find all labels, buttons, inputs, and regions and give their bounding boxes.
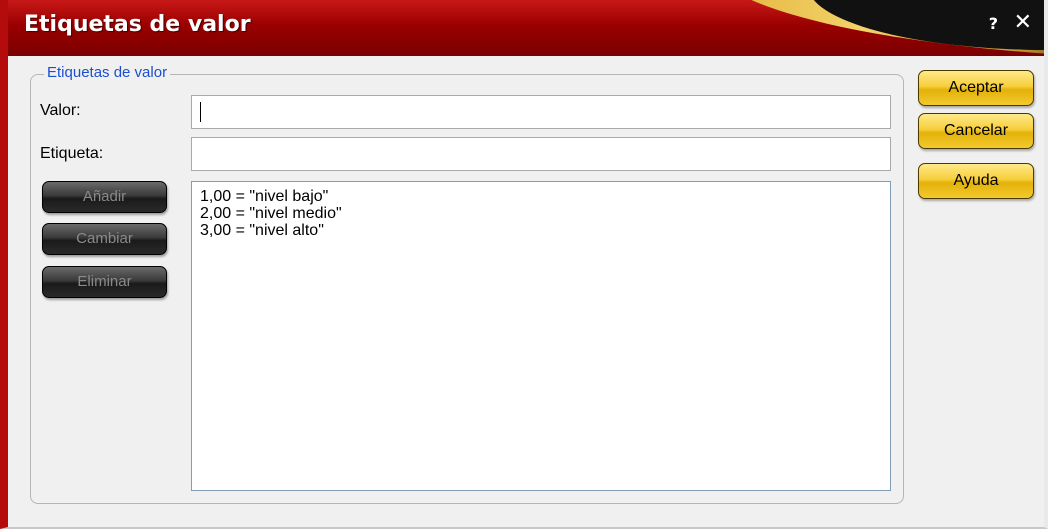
cancel-button[interactable]: Cancelar xyxy=(918,113,1034,149)
label-input[interactable] xyxy=(191,137,891,171)
label-label: Etiqueta: xyxy=(40,145,104,162)
group-legend: Etiquetas de valor xyxy=(44,64,171,81)
add-button[interactable]: Añadir xyxy=(42,181,167,213)
close-icon[interactable]: ✕ xyxy=(1014,10,1032,35)
ok-button[interactable]: Aceptar xyxy=(918,70,1034,106)
text-caret xyxy=(200,102,201,122)
help-button[interactable]: Ayuda xyxy=(918,163,1034,199)
title-bar: Etiquetas de valor ? ✕ xyxy=(8,0,1044,56)
list-item[interactable]: 2,00 = "nivel medio" xyxy=(200,205,882,222)
list-item[interactable]: 3,00 = "nivel alto" xyxy=(200,222,882,239)
value-label: Valor: xyxy=(40,102,81,119)
window-title: Etiquetas de valor xyxy=(24,12,251,37)
change-button[interactable]: Cambiar xyxy=(42,223,167,255)
help-question-icon[interactable]: ? xyxy=(989,14,998,33)
value-input[interactable] xyxy=(191,95,891,129)
value-labels-list[interactable]: 1,00 = "nivel bajo" 2,00 = "nivel medio"… xyxy=(191,181,891,491)
list-item[interactable]: 1,00 = "nivel bajo" xyxy=(200,188,882,205)
remove-button[interactable]: Eliminar xyxy=(42,266,167,298)
